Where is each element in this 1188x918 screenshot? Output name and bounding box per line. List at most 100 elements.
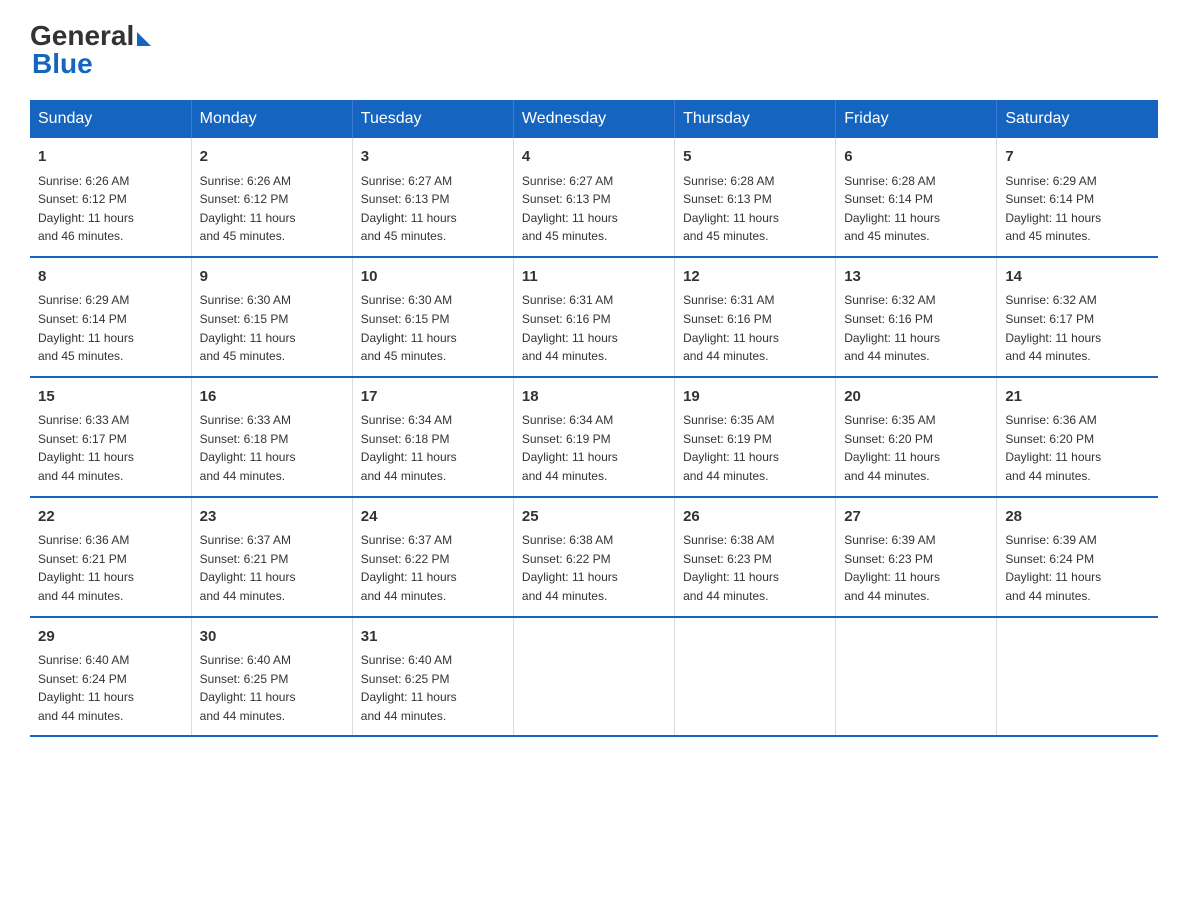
logo: General Blue [30,20,151,80]
calendar-cell: 28Sunrise: 6:39 AMSunset: 6:24 PMDayligh… [997,497,1158,617]
column-header-tuesday: Tuesday [352,100,513,138]
day-number: 18 [522,386,666,409]
day-number: 7 [1005,146,1150,169]
day-number: 12 [683,266,827,289]
day-info: Sunrise: 6:40 AMSunset: 6:24 PMDaylight:… [38,651,183,725]
calendar-cell: 12Sunrise: 6:31 AMSunset: 6:16 PMDayligh… [675,257,836,377]
calendar-cell [513,617,674,737]
day-info: Sunrise: 6:29 AMSunset: 6:14 PMDaylight:… [1005,172,1150,246]
column-header-wednesday: Wednesday [513,100,674,138]
calendar-cell: 16Sunrise: 6:33 AMSunset: 6:18 PMDayligh… [191,377,352,497]
day-number: 29 [38,626,183,649]
calendar-cell: 8Sunrise: 6:29 AMSunset: 6:14 PMDaylight… [30,257,191,377]
day-info: Sunrise: 6:36 AMSunset: 6:20 PMDaylight:… [1005,411,1150,485]
day-number: 15 [38,386,183,409]
day-number: 20 [844,386,988,409]
calendar-cell: 23Sunrise: 6:37 AMSunset: 6:21 PMDayligh… [191,497,352,617]
calendar-cell: 20Sunrise: 6:35 AMSunset: 6:20 PMDayligh… [836,377,997,497]
calendar-cell: 13Sunrise: 6:32 AMSunset: 6:16 PMDayligh… [836,257,997,377]
calendar-cell: 25Sunrise: 6:38 AMSunset: 6:22 PMDayligh… [513,497,674,617]
day-info: Sunrise: 6:35 AMSunset: 6:20 PMDaylight:… [844,411,988,485]
calendar-cell: 4 Sunrise: 6:27 AMSunset: 6:13 PMDaylight… [513,138,674,257]
calendar-cell: 9Sunrise: 6:30 AMSunset: 6:15 PMDaylight… [191,257,352,377]
day-info: Sunrise: 6:32 AMSunset: 6:16 PMDaylight:… [844,291,988,365]
day-number: 31 [361,626,505,649]
calendar-cell [675,617,836,737]
column-header-monday: Monday [191,100,352,138]
day-number: 30 [200,626,344,649]
calendar-cell: 2Sunrise: 6:26 AMSunset: 6:12 PMDaylight… [191,138,352,257]
calendar-cell: 7 Sunrise: 6:29 AMSunset: 6:14 PMDaylight… [997,138,1158,257]
page-header: General Blue [30,20,1158,80]
day-number: 24 [361,506,505,529]
column-header-thursday: Thursday [675,100,836,138]
calendar-week-row: 1 Sunrise: 6:26 AMSunset: 6:12 PMDaylight… [30,138,1158,257]
day-info: Sunrise: 6:32 AMSunset: 6:17 PMDaylight:… [1005,291,1150,365]
calendar-cell: 18Sunrise: 6:34 AMSunset: 6:19 PMDayligh… [513,377,674,497]
day-info: Sunrise: 6:27 AMSunset: 6:13 PMDaylight:… [522,172,666,246]
day-info: Sunrise: 6:37 AMSunset: 6:22 PMDaylight:… [361,531,505,605]
calendar-cell: 22Sunrise: 6:36 AMSunset: 6:21 PMDayligh… [30,497,191,617]
day-number: 21 [1005,386,1150,409]
calendar-table: SundayMondayTuesdayWednesdayThursdayFrid… [30,100,1158,737]
day-number: 4 [522,146,666,169]
day-number: 11 [522,266,666,289]
calendar-header-row: SundayMondayTuesdayWednesdayThursdayFrid… [30,100,1158,138]
calendar-cell: 10Sunrise: 6:30 AMSunset: 6:15 PMDayligh… [352,257,513,377]
day-info: Sunrise: 6:40 AMSunset: 6:25 PMDaylight:… [361,651,505,725]
day-info: Sunrise: 6:33 AMSunset: 6:18 PMDaylight:… [200,411,344,485]
calendar-cell: 24Sunrise: 6:37 AMSunset: 6:22 PMDayligh… [352,497,513,617]
day-number: 17 [361,386,505,409]
day-number: 22 [38,506,183,529]
day-info: Sunrise: 6:34 AMSunset: 6:18 PMDaylight:… [361,411,505,485]
day-info: Sunrise: 6:34 AMSunset: 6:19 PMDaylight:… [522,411,666,485]
calendar-cell: 3Sunrise: 6:27 AMSunset: 6:13 PMDaylight… [352,138,513,257]
day-info: Sunrise: 6:30 AMSunset: 6:15 PMDaylight:… [361,291,505,365]
calendar-cell: 30Sunrise: 6:40 AMSunset: 6:25 PMDayligh… [191,617,352,737]
day-number: 5 [683,146,827,169]
calendar-week-row: 15Sunrise: 6:33 AMSunset: 6:17 PMDayligh… [30,377,1158,497]
day-info: Sunrise: 6:36 AMSunset: 6:21 PMDaylight:… [38,531,183,605]
day-number: 28 [1005,506,1150,529]
day-info: Sunrise: 6:31 AMSunset: 6:16 PMDaylight:… [683,291,827,365]
day-info: Sunrise: 6:28 AMSunset: 6:13 PMDaylight:… [683,172,827,246]
day-number: 13 [844,266,988,289]
day-number: 14 [1005,266,1150,289]
day-number: 8 [38,266,183,289]
day-number: 6 [844,146,988,169]
day-info: Sunrise: 6:38 AMSunset: 6:22 PMDaylight:… [522,531,666,605]
day-info: Sunrise: 6:39 AMSunset: 6:23 PMDaylight:… [844,531,988,605]
calendar-cell: 14Sunrise: 6:32 AMSunset: 6:17 PMDayligh… [997,257,1158,377]
calendar-cell: 26Sunrise: 6:38 AMSunset: 6:23 PMDayligh… [675,497,836,617]
calendar-cell [836,617,997,737]
day-info: Sunrise: 6:27 AMSunset: 6:13 PMDaylight:… [361,172,505,246]
calendar-cell: 19Sunrise: 6:35 AMSunset: 6:19 PMDayligh… [675,377,836,497]
calendar-cell: 27Sunrise: 6:39 AMSunset: 6:23 PMDayligh… [836,497,997,617]
calendar-cell: 1 Sunrise: 6:26 AMSunset: 6:12 PMDaylight… [30,138,191,257]
calendar-cell: 17Sunrise: 6:34 AMSunset: 6:18 PMDayligh… [352,377,513,497]
day-number: 23 [200,506,344,529]
day-info: Sunrise: 6:33 AMSunset: 6:17 PMDaylight:… [38,411,183,485]
day-info: Sunrise: 6:37 AMSunset: 6:21 PMDaylight:… [200,531,344,605]
calendar-cell: 21Sunrise: 6:36 AMSunset: 6:20 PMDayligh… [997,377,1158,497]
day-info: Sunrise: 6:26 AMSunset: 6:12 PMDaylight:… [38,172,183,246]
day-info: Sunrise: 6:40 AMSunset: 6:25 PMDaylight:… [200,651,344,725]
day-info: Sunrise: 6:28 AMSunset: 6:14 PMDaylight:… [844,172,988,246]
calendar-cell: 29Sunrise: 6:40 AMSunset: 6:24 PMDayligh… [30,617,191,737]
day-number: 25 [522,506,666,529]
column-header-saturday: Saturday [997,100,1158,138]
column-header-sunday: Sunday [30,100,191,138]
day-number: 1 [38,146,183,169]
day-number: 9 [200,266,344,289]
calendar-cell: 11Sunrise: 6:31 AMSunset: 6:16 PMDayligh… [513,257,674,377]
logo-arrow-icon [137,32,151,46]
day-number: 10 [361,266,505,289]
calendar-cell: 31Sunrise: 6:40 AMSunset: 6:25 PMDayligh… [352,617,513,737]
day-number: 27 [844,506,988,529]
day-number: 16 [200,386,344,409]
calendar-week-row: 22Sunrise: 6:36 AMSunset: 6:21 PMDayligh… [30,497,1158,617]
day-info: Sunrise: 6:38 AMSunset: 6:23 PMDaylight:… [683,531,827,605]
day-info: Sunrise: 6:39 AMSunset: 6:24 PMDaylight:… [1005,531,1150,605]
calendar-cell: 15Sunrise: 6:33 AMSunset: 6:17 PMDayligh… [30,377,191,497]
day-info: Sunrise: 6:26 AMSunset: 6:12 PMDaylight:… [200,172,344,246]
